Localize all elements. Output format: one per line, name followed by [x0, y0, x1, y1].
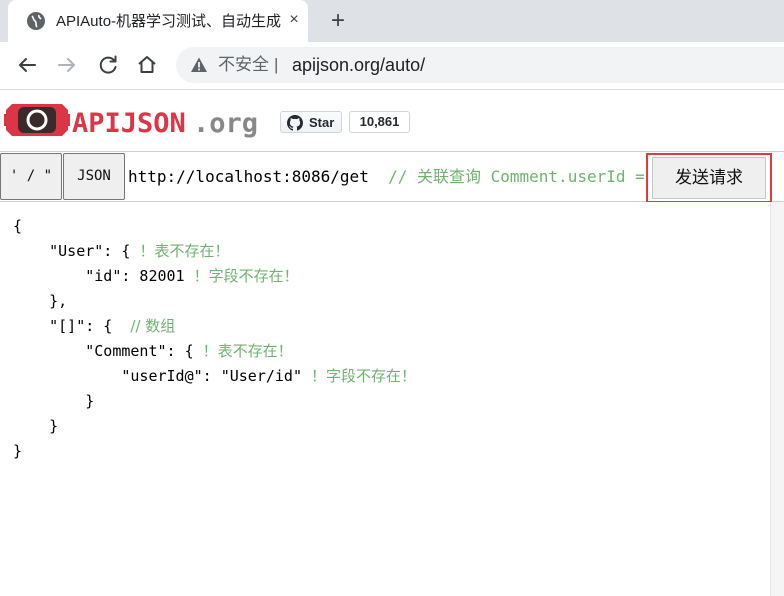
editor-scrollbar[interactable]: [770, 202, 784, 596]
logo-org-text: .org: [193, 108, 259, 139]
json-editor[interactable]: { "User": { ！表不存在！ "id": 82001 ！字段不存在！ }…: [0, 202, 770, 596]
reload-icon[interactable]: [95, 52, 121, 78]
request-bar: ' / " JSON http://localhost:8086/get // …: [0, 151, 784, 203]
browser-toolbar: 不安全 | apijson.org/auto/: [0, 42, 784, 90]
code-line: }: [13, 392, 95, 410]
warning-icon[interactable]: [190, 56, 208, 74]
logo-apijson-text: APIJSON: [72, 108, 186, 139]
quote-toggle-button[interactable]: ' / ": [0, 153, 62, 200]
code-line: "Comment": { ！表不存在！: [13, 342, 293, 360]
forward-arrow-icon[interactable]: [54, 52, 80, 78]
json-format-button[interactable]: JSON: [63, 153, 125, 200]
home-icon[interactable]: [134, 52, 160, 78]
request-url: http://localhost:8086/get: [128, 167, 369, 186]
code-line: "[]": { // 数组: [13, 317, 176, 335]
tab-title: APIAuto-机器学习测试、自动生成: [56, 13, 282, 30]
send-request-button[interactable]: 发送请求: [652, 157, 766, 199]
globe-icon: [27, 12, 45, 30]
tab-strip: APIAuto-机器学习测试、自动生成 × +: [0, 0, 784, 42]
github-icon: [287, 115, 303, 131]
code-line: }: [13, 442, 23, 460]
browser-tab[interactable]: APIAuto-机器学习测试、自动生成 ×: [8, 0, 308, 42]
code-line: "User": { ！表不存在！: [13, 242, 230, 260]
address-bar[interactable]: 不安全 | apijson.org/auto/: [176, 47, 784, 83]
request-url-input[interactable]: http://localhost:8086/get // 关联查询 Commen…: [128, 166, 648, 188]
address-separator: |: [274, 55, 279, 74]
code-line: "userId@": "User/id" ！字段不存在！: [13, 367, 417, 385]
not-secure-label: 不安全: [218, 55, 269, 74]
code-line: },: [13, 292, 68, 310]
star-count[interactable]: 10,861: [349, 111, 410, 133]
code-line: "id": 82001 ！字段不存在！: [13, 267, 299, 285]
apijson-logo-icon: [4, 104, 70, 136]
close-tab-icon[interactable]: ×: [284, 10, 304, 30]
star-label: Star: [309, 115, 335, 130]
new-tab-icon[interactable]: +: [326, 9, 350, 33]
github-star-button[interactable]: Star: [280, 111, 342, 133]
code-line: {: [13, 217, 23, 235]
request-url-comment: // 关联查询 Comment.userId = User.id: [388, 167, 648, 186]
url-text[interactable]: apijson.org/auto/: [292, 55, 425, 75]
code-line: }: [13, 417, 59, 435]
back-arrow-icon[interactable]: [14, 52, 40, 78]
